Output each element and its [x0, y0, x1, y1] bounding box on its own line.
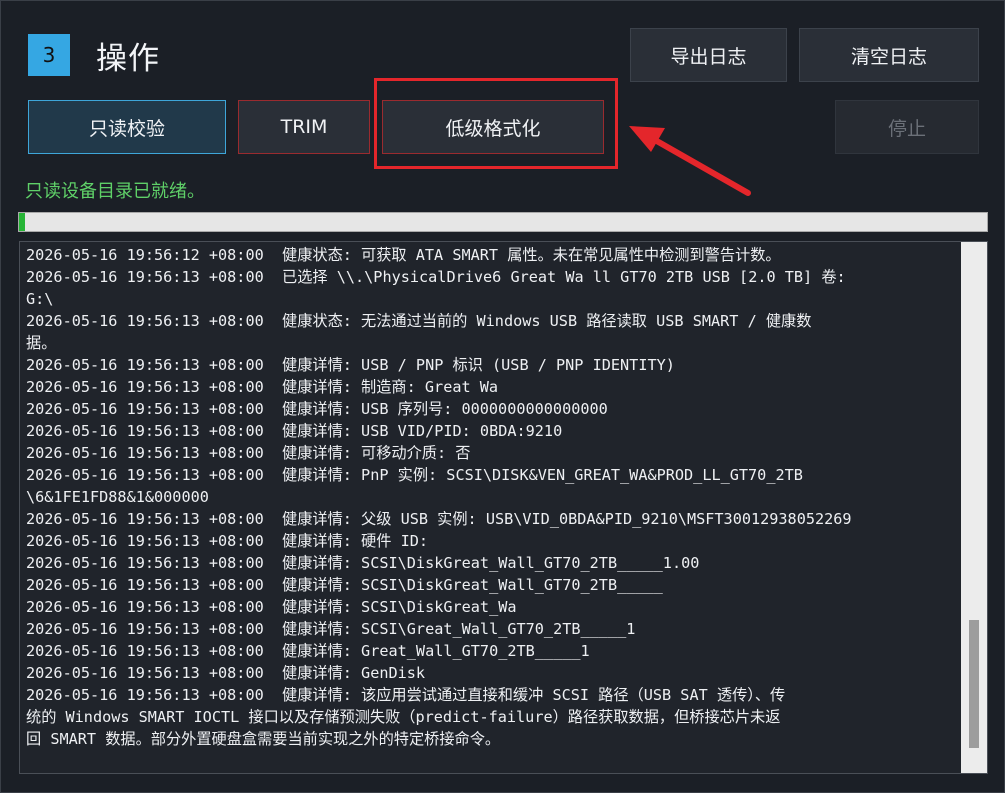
page-title: 操作: [96, 41, 160, 77]
log-panel[interactable]: 2026-05-16 19:56:12 +08:00 健康状态: 可获取 ATA…: [19, 241, 988, 774]
log-line: 2026-05-16 19:56:13 +08:00 健康详情: 父级 USB …: [26, 510, 852, 528]
progress-bar: [18, 212, 988, 232]
log-line: 据。: [26, 334, 57, 352]
readonly-verify-button[interactable]: 只读校验: [28, 100, 226, 154]
log-lines: 2026-05-16 19:56:12 +08:00 健康状态: 可获取 ATA…: [26, 244, 961, 750]
stop-button[interactable]: 停止: [835, 100, 979, 154]
log-line: 2026-05-16 19:56:13 +08:00 健康详情: GenDisk: [26, 664, 426, 682]
operations-panel: 3 操作 导出日志 清空日志 只读校验 TRIM 低级格式化 停止 只读设备目录…: [0, 0, 1005, 793]
annotation-arrow-icon: [629, 126, 751, 196]
annotation-highlight-box: [374, 78, 618, 169]
step-badge: 3: [28, 34, 70, 76]
log-line: 2026-05-16 19:56:13 +08:00 健康详情: Great_W…: [26, 642, 590, 660]
log-scroll-thumb[interactable]: [969, 620, 979, 748]
status-text: 只读设备目录已就绪。: [25, 181, 205, 202]
log-line: 2026-05-16 19:56:13 +08:00 健康详情: USB VID…: [26, 422, 563, 440]
export-log-button[interactable]: 导出日志: [630, 28, 787, 82]
log-line: 回 SMART 数据。部分外置硬盘盒需要当前实现之外的特定桥接命令。: [26, 730, 501, 748]
log-line: G:\: [26, 290, 54, 308]
log-line: 2026-05-16 19:56:12 +08:00 健康状态: 可获取 ATA…: [26, 246, 781, 264]
log-line: 2026-05-16 19:56:13 +08:00 健康详情: 硬件 ID:: [26, 532, 429, 550]
log-line: 2026-05-16 19:56:13 +08:00 健康详情: SCSI\Di…: [26, 598, 517, 616]
log-line: 2026-05-16 19:56:13 +08:00 健康详情: SCSI\Gr…: [26, 620, 636, 638]
progress-fill: [19, 213, 25, 231]
log-line: 2026-05-16 19:56:13 +08:00 已选择 \\.\Physi…: [26, 268, 846, 286]
log-line: 2026-05-16 19:56:13 +08:00 健康详情: 制造商: Gr…: [26, 378, 499, 396]
log-line: \6&1FE1FD88&1&000000: [26, 488, 209, 506]
log-line: 2026-05-16 19:56:13 +08:00 健康状态: 无法通过当前的…: [26, 312, 812, 330]
log-line: 2026-05-16 19:56:13 +08:00 健康详情: USB 序列号…: [26, 400, 608, 418]
log-line: 2026-05-16 19:56:13 +08:00 健康详情: 该应用尝试通过…: [26, 686, 786, 704]
log-line: 2026-05-16 19:56:13 +08:00 健康详情: SCSI\Di…: [26, 576, 663, 594]
log-line: 2026-05-16 19:56:13 +08:00 健康详情: PnP 实例:…: [26, 466, 803, 484]
clear-log-button[interactable]: 清空日志: [799, 28, 979, 82]
log-line: 2026-05-16 19:56:13 +08:00 健康详情: 可移动介质: …: [26, 444, 471, 462]
log-line: 2026-05-16 19:56:13 +08:00 健康详情: SCSI\Di…: [26, 554, 700, 572]
log-line: 统的 Windows SMART IOCTL 接口以及存储预测失败（predic…: [26, 708, 781, 726]
log-line: 2026-05-16 19:56:13 +08:00 健康详情: USB / P…: [26, 356, 675, 374]
trim-button[interactable]: TRIM: [238, 100, 370, 154]
log-scrollbar[interactable]: [961, 242, 987, 773]
